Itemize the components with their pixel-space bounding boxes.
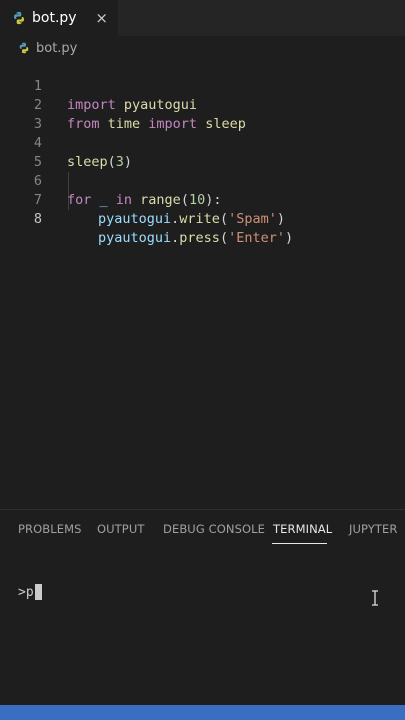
panel-tab-bar: PROBLEMS OUTPUT DEBUG CONSOLE TERMINAL J… [0,510,405,546]
punctuation: ) [284,230,294,246]
code-line-5: 5 [0,134,405,170]
code-line-3: 3 [0,96,405,132]
status-bar [0,705,405,720]
tab-terminal[interactable]: TERMINAL [273,522,332,536]
terminal-prompt[interactable]: >p [18,582,42,602]
tab-jupyter[interactable]: JUPYTER [349,522,398,536]
string-literal: 'Enter' [228,230,285,246]
object-name: pyautogui [98,230,172,246]
breadcrumb-file[interactable]: bot.py [36,41,77,56]
code-line-1: 1 import pyautogui [0,58,405,113]
close-icon[interactable]: × [95,9,108,27]
function-name: press [179,230,220,246]
code-line-2: 2 from time import sleep [0,77,405,132]
editor-tab-label: bot.py [32,10,77,26]
code-line-7: 7 pyautogui.write('Spam') [0,172,405,227]
breadcrumb: bot.py [18,38,77,58]
punctuation: ( [219,230,229,246]
line-number: 8 [33,211,42,227]
code-line-4: 4 sleep(3) [0,115,405,170]
object-name: pyautogui [98,211,172,227]
terminal-input: >p [18,584,34,600]
editor-tab-bot-py[interactable]: bot.py × [0,0,118,36]
function-name: write [179,211,220,227]
text-cursor-icon [372,590,378,606]
tab-output[interactable]: OUTPUT [97,522,144,536]
tab-debug-console[interactable]: DEBUG CONSOLE [163,522,265,536]
python-file-icon [14,11,24,25]
active-tab-indicator [272,543,327,544]
code-line-8: 8 pyautogui.press('Enter') [0,191,405,246]
python-file-icon [19,42,29,54]
punctuation: ( [219,211,229,227]
code-line-6: 6 for _ in range(10): [0,153,405,208]
code-editor[interactable]: 1 import pyautogui 2 from time import sl… [0,58,405,246]
punctuation: ) [276,211,285,227]
editor-tab-bar: bot.py × [0,0,405,36]
string-literal: 'Spam' [228,211,277,227]
tab-problems[interactable]: PROBLEMS [18,522,82,536]
terminal-cursor [34,584,42,600]
